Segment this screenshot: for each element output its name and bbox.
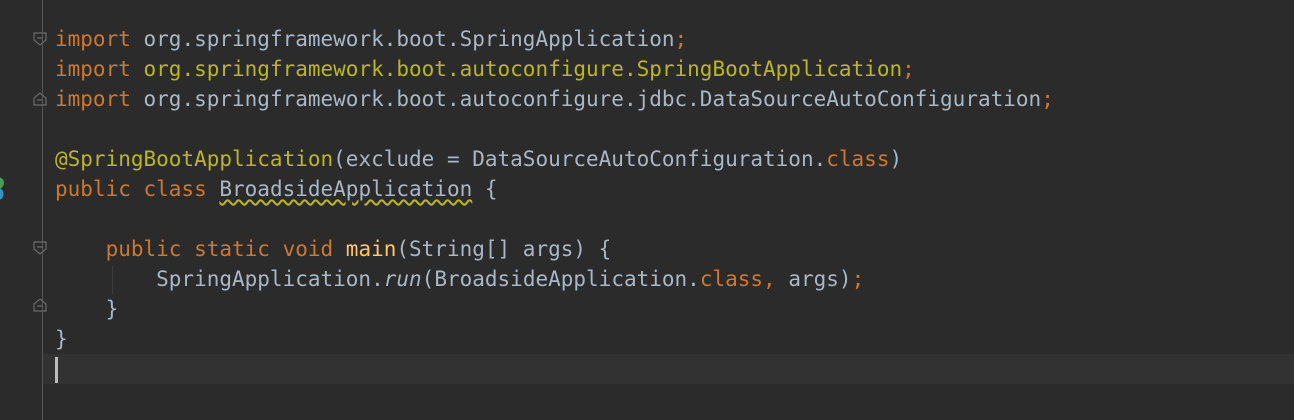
editor-gutter[interactable] xyxy=(0,0,42,420)
code-token: ; xyxy=(902,57,915,81)
code-token: args) xyxy=(788,267,852,291)
fold-end-marker-icon[interactable] xyxy=(33,92,47,106)
code-token: import xyxy=(55,27,144,51)
fold-marker-icon[interactable] xyxy=(33,241,47,255)
code-token: class xyxy=(699,267,764,291)
code-token: import xyxy=(55,57,144,81)
code-token: { xyxy=(472,177,498,201)
code-token: } xyxy=(55,297,119,321)
fold-marker-icon[interactable] xyxy=(33,32,47,46)
code-line-blank2[interactable] xyxy=(55,204,1294,234)
code-token: main xyxy=(345,237,397,261)
code-line-run-call[interactable]: SpringApplication.run(BroadsideApplicati… xyxy=(55,264,1294,294)
code-line-main-decl[interactable]: public static void main(String[] args) { xyxy=(55,234,1294,264)
fold-end-marker-icon[interactable] xyxy=(33,298,47,312)
code-token: SpringApplication. xyxy=(55,267,384,291)
code-token: public class xyxy=(55,177,220,201)
code-line-main-close[interactable]: } xyxy=(55,294,1294,324)
code-line-import3[interactable]: import org.springframework.boot.autoconf… xyxy=(55,84,1294,114)
code-token: BroadsideApplication xyxy=(219,177,473,201)
code-token: class xyxy=(826,147,890,171)
code-area[interactable]: import org.springframework.boot.SpringAp… xyxy=(43,24,1294,384)
code-token: (String[] args) { xyxy=(396,237,612,261)
code-token: ; xyxy=(1041,87,1054,111)
code-token: } xyxy=(55,327,68,351)
code-token: ) xyxy=(889,147,903,171)
code-token: import xyxy=(55,87,144,111)
code-token: org.springframework.boot.autoconfigure.j… xyxy=(143,87,1042,111)
code-token: run xyxy=(383,267,422,291)
code-token: ; xyxy=(851,267,865,291)
code-line-import2[interactable]: import org.springframework.boot.autoconf… xyxy=(55,54,1294,84)
code-token: ; xyxy=(674,27,688,51)
code-token: , xyxy=(763,267,789,291)
code-line-class-decl[interactable]: public class BroadsideApplication { xyxy=(55,174,1294,204)
code-line-class-close[interactable]: } xyxy=(55,324,1294,354)
code-token: (BroadsideApplication. xyxy=(421,267,700,291)
code-line-import1[interactable]: import org.springframework.boot.SpringAp… xyxy=(55,24,1294,54)
code-token: org.springframework.boot.SpringApplicati… xyxy=(143,27,675,51)
code-line-blank1[interactable] xyxy=(55,114,1294,144)
text-caret xyxy=(55,357,58,383)
code-line-annotation[interactable]: @SpringBootApplication(exclude = DataSou… xyxy=(55,144,1294,174)
code-editor[interactable]: c import org.springframework.boot.Spring… xyxy=(0,0,1294,420)
code-token: (exclude = DataSourceAutoConfiguration. xyxy=(333,147,827,171)
run-gutter-icon[interactable]: c xyxy=(0,174,14,204)
code-token: org.springframework.boot.autoconfigure.S… xyxy=(143,57,903,81)
code-line-cursor-line[interactable] xyxy=(43,354,1294,384)
code-token: @SpringBootApplication xyxy=(55,147,334,171)
code-token: public static void xyxy=(105,237,346,261)
